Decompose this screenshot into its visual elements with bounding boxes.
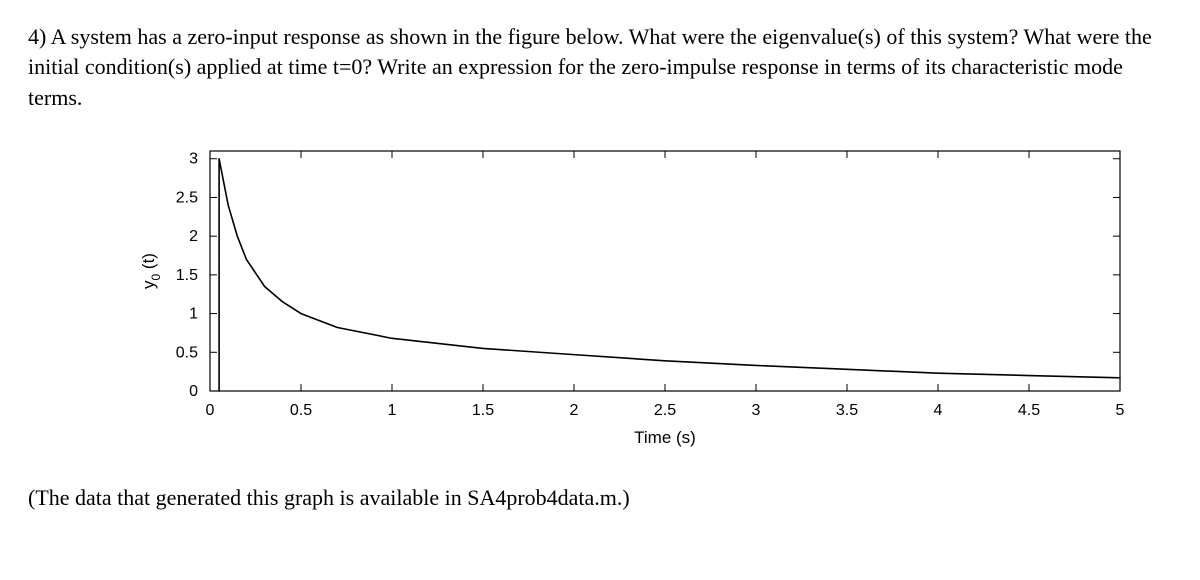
x-tick-label: 3.5 [836, 402, 858, 419]
x-tick-label: 0 [206, 402, 215, 419]
chart: 0 0.5 1 1.5 2 2.5 3 3.5 4 4.5 5 0 0.5 1 1.5 2 2.5 3 Time (… [110, 133, 1150, 473]
x-tick-label: 4.5 [1018, 402, 1040, 419]
figure-container: 0 0.5 1 1.5 2 2.5 3 3.5 4 4.5 5 0 0.5 1 1.5 2 2.5 3 Time (… [28, 133, 1172, 473]
y-axis-label: y0 (t) [139, 253, 163, 289]
chart-svg: 0 0.5 1 1.5 2 2.5 3 3.5 4 4.5 5 0 0.5 1 1.5 2 2.5 3 Time (… [110, 133, 1150, 473]
x-tick-label: 2 [570, 402, 579, 419]
y-tick-label: 0.5 [176, 344, 198, 361]
x-tick-label: 1 [388, 402, 397, 419]
footnote: (The data that generated this graph is a… [28, 485, 1172, 511]
x-tick-label: 2.5 [654, 402, 676, 419]
y-tick-label: 1.5 [176, 267, 198, 284]
y-tick-label: 2.5 [176, 190, 198, 207]
question-number: 4) [28, 24, 51, 49]
y-tick-label: 0 [189, 383, 198, 400]
series-line [219, 159, 1120, 391]
plot-box [210, 151, 1120, 391]
x-axis-label: Time (s) [634, 428, 696, 447]
x-tick-label: 4 [934, 402, 943, 419]
x-tick-label: 5 [1116, 402, 1125, 419]
y-tick-label: 2 [189, 228, 198, 245]
x-tick-label: 0.5 [290, 402, 312, 419]
x-tick-label: 3 [752, 402, 761, 419]
question-text: 4) A system has a zero-input response as… [28, 22, 1172, 113]
x-tick-label: 1.5 [472, 402, 494, 419]
question-body: A system has a zero-input response as sh… [28, 24, 1152, 110]
y-tick-label: 1 [189, 306, 198, 323]
y-tick-label: 3 [189, 151, 198, 168]
